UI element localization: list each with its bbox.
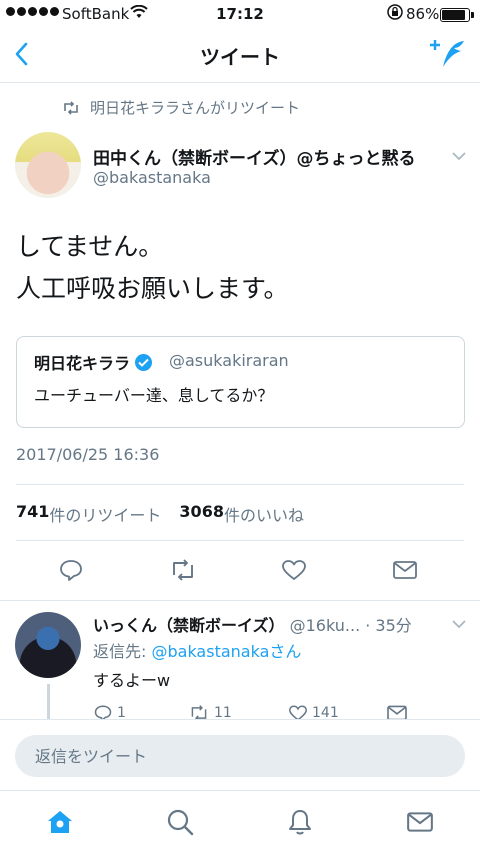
divider (0, 600, 480, 601)
envelope-icon (407, 812, 433, 832)
compose-tweet-button[interactable] (430, 38, 466, 74)
direct-message-button[interactable] (390, 555, 420, 585)
author-name[interactable]: 田中くん（禁断ボーイズ）@ちょっと黙る (93, 144, 416, 169)
chevron-down-icon (452, 620, 466, 629)
author-handle[interactable]: @bakastanaka (93, 168, 211, 187)
search-icon (167, 809, 194, 836)
retweet-notice: 明日花キララさんがリツイート (62, 97, 300, 118)
heart-icon (282, 560, 306, 580)
status-bar: SoftBank 17:12 86% (0, 0, 480, 28)
retweet-icon (173, 559, 193, 581)
envelope-icon (393, 561, 417, 579)
reply-to-line: 返信先: @bakastanakaさん (93, 638, 301, 662)
tweet-text: してません。 人工呼吸お願いします。 (16, 226, 289, 310)
like-count-label[interactable]: 件のいいね (224, 502, 304, 526)
tweet-text-line-2: 人工呼吸お願いします。 (16, 274, 289, 303)
reply-to-prefix: 返信先: (93, 642, 152, 661)
like-button[interactable] (279, 555, 309, 585)
tab-home[interactable] (45, 807, 75, 837)
reply-icon (60, 560, 82, 581)
compose-tweet-icon (430, 40, 464, 67)
reply-button[interactable] (56, 555, 86, 585)
home-icon (48, 811, 72, 833)
quoted-tweet[interactable]: 明日花キララ @asukakiraran ユーチューバー達、息してるか？ (16, 336, 465, 428)
retweet-count[interactable]: 741 (16, 502, 49, 526)
reply-author-avatar[interactable] (15, 612, 81, 678)
tweet-stats: 741 件のリツイート 3068 件のいいね (16, 502, 304, 526)
retweet-icon (64, 100, 78, 115)
retweet-button[interactable] (168, 555, 198, 585)
tab-notifications[interactable] (285, 807, 315, 837)
quoted-author: 明日花キララ (34, 350, 153, 374)
thread-line (47, 684, 50, 724)
navigation-bar: ツイート (0, 28, 480, 83)
divider (16, 484, 464, 485)
quoted-author-name: 明日花キララ (34, 354, 131, 373)
chevron-down-icon (452, 152, 466, 161)
reply-author-name: いっくん（禁断ボーイズ） (93, 616, 285, 635)
reply-text: するよーw (93, 671, 171, 690)
tweet-timestamp: 2017/06/25 16:36 (16, 445, 160, 464)
battery-icon (440, 8, 474, 22)
retweet-count-label[interactable]: 件のリツイート (49, 502, 161, 526)
page-title: ツイート (200, 45, 280, 69)
reply-author[interactable]: いっくん（禁断ボーイズ） @16ku... · 35分 (93, 612, 412, 636)
reply-time: · 35分 (365, 616, 412, 635)
quoted-author-handle: @asukakiraran (169, 351, 289, 370)
reply-author-handle: @16ku... (289, 616, 361, 635)
verified-badge-icon (135, 353, 153, 371)
author-avatar[interactable] (15, 132, 81, 198)
tweet-text-line-1: してません。 (16, 232, 164, 261)
reply-input[interactable] (15, 735, 465, 777)
divider (16, 540, 464, 541)
bell-icon (289, 810, 311, 835)
like-count[interactable]: 3068 (179, 502, 224, 526)
retweet-notice-text: 明日花キララさんがリツイート (90, 99, 301, 117)
tab-bar (0, 790, 480, 854)
tab-messages[interactable] (405, 807, 435, 837)
tab-search[interactable] (165, 807, 195, 837)
battery-percent: 86% (406, 5, 440, 23)
tweet-options-button[interactable] (451, 146, 467, 165)
reply-options-button[interactable] (451, 614, 467, 633)
reply-to-suffix[interactable]: さん (269, 642, 301, 661)
reply-to-handle[interactable]: @bakastanaka (151, 642, 269, 661)
rotation-lock-icon (386, 3, 404, 25)
quoted-tweet-text: ユーチューバー達、息してるか？ (34, 386, 274, 405)
